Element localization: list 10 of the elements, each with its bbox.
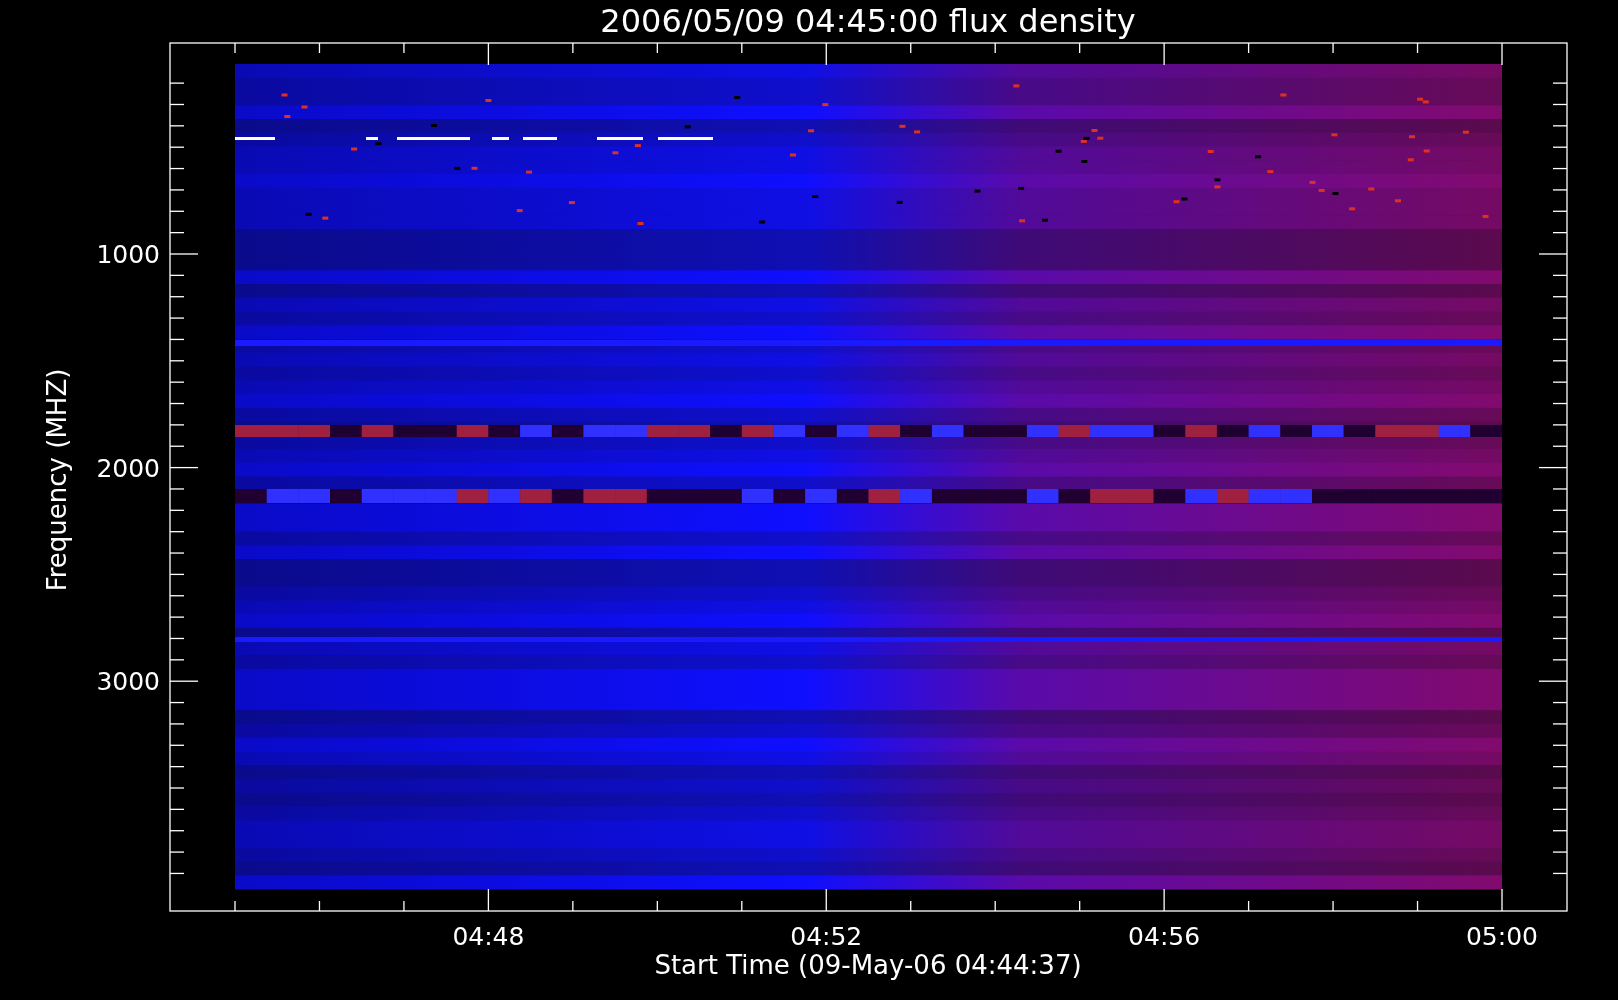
- y-axis-label: Frequency (MHZ): [42, 368, 72, 592]
- x-tick-label: 04:52: [790, 922, 863, 951]
- x-axis-label: Start Time (09-May-06 04:44:37): [654, 950, 1082, 980]
- y-tick-label: 3000: [96, 667, 160, 697]
- x-tick-label: 05:00: [1466, 922, 1538, 951]
- x-tick-label: 04:48: [452, 922, 525, 951]
- y-tick-label: 2000: [96, 453, 160, 483]
- y-tick-label: 1000: [96, 240, 160, 269]
- x-tick-label: 04:56: [1128, 922, 1201, 951]
- chart-title: 2006/05/09 04:45:00 flux density: [600, 2, 1136, 40]
